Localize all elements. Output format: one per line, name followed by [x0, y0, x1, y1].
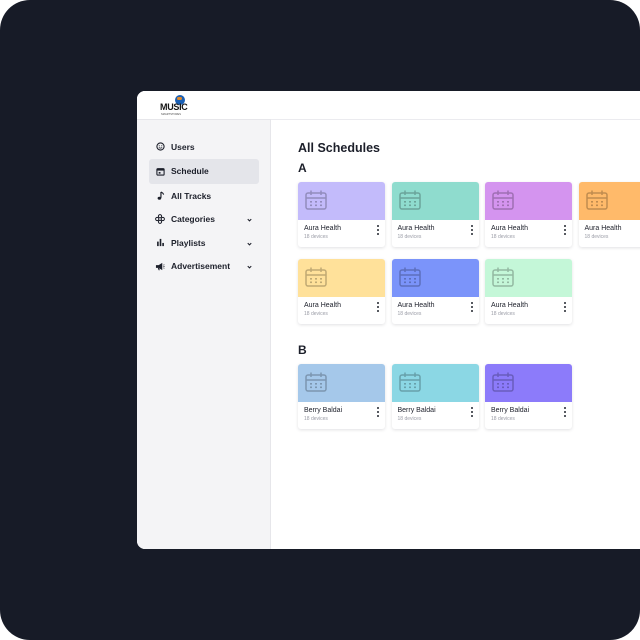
- calendar-icon: [305, 267, 327, 287]
- calendar-icon: [492, 190, 514, 210]
- device-count: 18 devices: [491, 234, 515, 240]
- card-header: [485, 182, 572, 220]
- calendar-icon: [398, 190, 421, 210]
- card-header: [578, 182, 640, 220]
- more-options-icon[interactable]: [469, 407, 475, 417]
- device-count: 18 devices: [584, 234, 609, 240]
- device-count: 18 devices: [304, 416, 328, 422]
- sidebar-item-label: Advertisement: [171, 261, 231, 271]
- app-logo[interactable]: MUSIC SMARTSTORES: [160, 95, 190, 117]
- card-header: [298, 259, 385, 297]
- card-header: [391, 259, 479, 297]
- card-header: [391, 182, 479, 220]
- calendar-icon: [398, 267, 421, 287]
- sidebar-item-all-tracks[interactable]: All Tracks: [149, 184, 259, 207]
- app-window: MUSIC SMARTSTORES Users Schedule All Track…: [137, 91, 640, 549]
- group-label: A: [298, 161, 307, 175]
- sidebar-item-label: All Tracks: [171, 190, 212, 201]
- sidebar-item-schedule[interactable]: Schedule: [149, 158, 259, 184]
- sidebar-item-advertisement[interactable]: Advertisement: [149, 255, 259, 278]
- schedule-name: Aura Health: [491, 225, 528, 232]
- more-options-icon[interactable]: [469, 225, 475, 235]
- logo-word: MUSIC: [160, 102, 188, 112]
- sidebar-item-label: Playlists: [171, 237, 206, 248]
- calendar-icon: [155, 166, 165, 176]
- bar-chart-icon: [155, 238, 165, 248]
- card-header: [485, 259, 572, 297]
- schedule-card[interactable]: Berry Baldai 18 devices: [485, 364, 572, 429]
- schedule-card[interactable]: Aura Health 18 devices: [298, 259, 385, 324]
- device-count: 18 devices: [491, 416, 515, 422]
- schedule-card[interactable]: Aura Health 18 devices: [298, 182, 385, 247]
- sidebar-item-users[interactable]: Users: [149, 135, 259, 158]
- device-count: 18 devices: [397, 416, 422, 422]
- more-options-icon[interactable]: [469, 302, 475, 312]
- calendar-icon: [305, 372, 327, 392]
- schedule-card[interactable]: Aura Health 18 devices: [485, 259, 572, 324]
- device-count: 18 devices: [304, 311, 328, 317]
- schedule-name: Aura Health: [584, 225, 622, 232]
- card-header: [298, 182, 385, 220]
- sidebar-item-label: Categories: [171, 214, 215, 224]
- schedule-card[interactable]: Berry Baldai 18 devices: [391, 364, 479, 429]
- sidebar: MUSIC SMARTSTORES Users Schedule All Track…: [137, 91, 271, 549]
- schedule-name: Aura Health: [491, 302, 528, 309]
- calendar-icon: [492, 372, 514, 392]
- schedule-name: Aura Health: [304, 225, 341, 232]
- megaphone-icon: [155, 261, 165, 271]
- schedule-card[interactable]: Aura Health 18 devices: [485, 182, 572, 247]
- more-options-icon[interactable]: [562, 302, 568, 312]
- sidebar-item-playlists[interactable]: Playlists: [149, 231, 259, 254]
- schedule-card[interactable]: Berry Baldai 18 devices: [298, 364, 385, 429]
- sidebar-item-label: Schedule: [171, 166, 209, 176]
- device-count: 18 devices: [491, 311, 515, 317]
- card-header: [391, 364, 479, 402]
- music-note-icon: [155, 190, 165, 201]
- schedule-name: Berry Baldai: [304, 407, 343, 414]
- device-count: 18 devices: [397, 234, 422, 240]
- calendar-icon: [585, 190, 608, 210]
- logo-subtitle: SMARTSTORES: [161, 113, 182, 116]
- smiley-icon: [155, 142, 165, 152]
- schedule-name: Aura Health: [397, 225, 435, 232]
- card-header: [485, 364, 572, 402]
- schedule-card[interactable]: Aura Health 18 devices: [391, 182, 479, 247]
- schedule-name: Berry Baldai: [491, 407, 530, 414]
- main-content: All Schedules A Aura Health 18 devices Aura…: [271, 121, 640, 549]
- logo-area: MUSIC SMARTSTORES: [137, 91, 271, 120]
- calendar-icon: [305, 190, 327, 210]
- more-options-icon[interactable]: [375, 407, 381, 417]
- schedule-card[interactable]: Aura Health 18 devices: [391, 259, 479, 324]
- more-options-icon[interactable]: [562, 407, 568, 417]
- more-options-icon[interactable]: [375, 302, 381, 312]
- more-options-icon[interactable]: [562, 225, 568, 235]
- sidebar-item-label: Users: [171, 141, 195, 152]
- top-bar: [271, 91, 640, 120]
- calendar-icon: [492, 267, 514, 287]
- calendar-icon: [398, 372, 421, 392]
- categories-icon: [155, 214, 165, 224]
- chevron-down-icon[interactable]: [246, 263, 253, 270]
- group-label: B: [298, 343, 307, 357]
- device-count: 18 devices: [304, 234, 328, 240]
- device-count: 18 devices: [397, 311, 422, 317]
- card-header: [298, 364, 385, 402]
- schedule-name: Aura Health: [397, 302, 435, 309]
- background-frame: MUSIC SMARTSTORES Users Schedule All Track…: [0, 0, 640, 640]
- chevron-down-icon[interactable]: [246, 216, 253, 223]
- page-title: All Schedules: [298, 141, 380, 155]
- chevron-down-icon[interactable]: [246, 239, 253, 246]
- sidebar-nav: Users Schedule All Tracks Categories Playlis…: [149, 135, 259, 278]
- schedule-card[interactable]: Aura Health 18 devices: [578, 182, 640, 247]
- sidebar-item-categories[interactable]: Categories: [149, 208, 259, 231]
- schedule-name: Aura Health: [304, 302, 341, 309]
- schedule-name: Berry Baldai: [397, 407, 436, 414]
- more-options-icon[interactable]: [375, 225, 381, 235]
